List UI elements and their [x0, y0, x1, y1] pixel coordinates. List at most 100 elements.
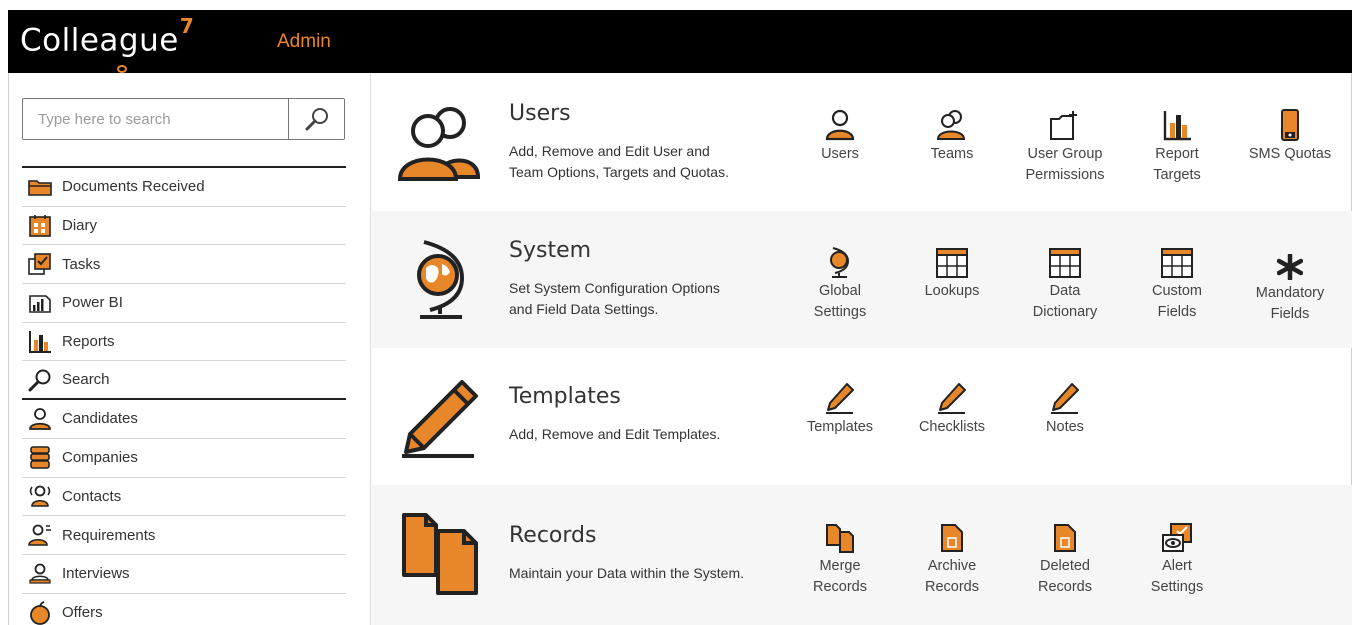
- calendar-icon: [26, 213, 54, 239]
- globe-large-icon: [410, 238, 476, 325]
- records-section: Records Maintain your Data within the Sy…: [372, 485, 1352, 625]
- system-desc-line1: Set System Configuration Options: [509, 280, 720, 296]
- templates-section: Templates Add, Remove and Edit Templates…: [372, 348, 1352, 485]
- grid-icon: [897, 244, 1007, 278]
- app-name: Colleague: [20, 22, 179, 59]
- sidebar-item-power-bi[interactable]: Power BI: [22, 284, 346, 323]
- sidebar-item-reports[interactable]: Reports: [22, 323, 346, 362]
- pencil-icon: [1010, 380, 1120, 414]
- sidebar-item-label: Diary: [62, 217, 98, 235]
- templates-tile[interactable]: Templates: [785, 380, 895, 438]
- tile-label: Global: [819, 283, 861, 299]
- tile-label: Deleted: [1040, 558, 1090, 574]
- users-large-icon: [397, 101, 481, 186]
- system-desc-line2: and Field Data Settings.: [509, 301, 659, 317]
- tile-label: Templates: [806, 419, 874, 435]
- sidebar-item-offers[interactable]: Offers: [22, 594, 346, 625]
- sidebar-item-interviews[interactable]: Interviews: [22, 555, 346, 594]
- system-section: System Set System Configuration Options …: [372, 211, 1352, 348]
- sidebar-item-label: Offers: [62, 604, 103, 622]
- sidebar-item-label: Search: [62, 371, 110, 389]
- alert-settings-tile[interactable]: Alert Settings: [1122, 519, 1232, 598]
- tile-label: Custom: [1152, 283, 1202, 299]
- users-tile[interactable]: Users: [785, 107, 895, 165]
- merge-docs-icon: [785, 519, 895, 553]
- sms-quotas-tile[interactable]: SMS Quotas: [1235, 107, 1345, 165]
- archive-records-tile[interactable]: Archive Records: [897, 519, 1007, 598]
- system-title: System: [509, 238, 592, 263]
- sidebar-item-label: Power BI: [62, 294, 123, 312]
- sidebar-item-search[interactable]: Search: [22, 361, 346, 401]
- sidebar-item-diary[interactable]: Diary: [22, 207, 346, 246]
- tile-label: Data: [1049, 283, 1081, 299]
- tile-label: Checklists: [918, 419, 986, 435]
- teams-tile[interactable]: Teams: [897, 107, 1007, 165]
- sidebar-item-label: Reports: [62, 333, 115, 351]
- data-dictionary-tile[interactable]: Data Dictionary: [1010, 244, 1120, 323]
- tile-label: Targets: [1153, 167, 1201, 183]
- sidebar-item-label: Interviews: [62, 565, 130, 583]
- sidebar-item-label: Tasks: [62, 255, 101, 273]
- user-group-permissions-tile[interactable]: User Group Permissions: [1010, 107, 1120, 186]
- merge-records-tile[interactable]: Merge Records: [785, 519, 895, 598]
- alert-eye-icon: [1122, 519, 1232, 553]
- bar-chart-icon: [1122, 107, 1232, 141]
- globe-icon: [785, 244, 895, 278]
- checklists-tile[interactable]: Checklists: [897, 380, 1007, 438]
- records-desc-line1: Maintain your Data within the System.: [509, 565, 744, 581]
- pencil-large-icon: [400, 378, 480, 463]
- users-title: Users: [509, 101, 571, 126]
- tile-label: Mandatory: [1255, 285, 1325, 301]
- lookups-tile[interactable]: Lookups: [897, 244, 1007, 302]
- interview-icon: [26, 561, 54, 587]
- requirement-icon: [26, 522, 54, 548]
- person-icon: [26, 406, 54, 432]
- mandatory-fields-tile[interactable]: Mandatory Fields: [1235, 246, 1345, 325]
- pencil-icon: [897, 380, 1007, 414]
- records-large-icon: [402, 513, 480, 600]
- logo-ring-icon: [117, 65, 127, 73]
- tile-label: User Group: [1027, 146, 1103, 162]
- magnifier-icon: [305, 108, 328, 131]
- tile-label: Records: [813, 579, 867, 595]
- tile-label: Records: [925, 579, 979, 595]
- folder-add-icon: [1010, 107, 1120, 141]
- users-desc-line1: Add, Remove and Edit User and: [509, 143, 710, 159]
- sidebar-item-tasks[interactable]: Tasks: [22, 245, 346, 285]
- sidebar-item-label: Contacts: [62, 487, 122, 505]
- tile-label: Fields: [1270, 306, 1310, 322]
- tile-label: Users: [821, 146, 859, 162]
- powerbi-icon: [26, 290, 54, 316]
- sidebar-item-candidates[interactable]: Candidates: [22, 400, 346, 439]
- deleted-records-tile[interactable]: Deleted Records: [1010, 519, 1120, 598]
- global-settings-tile[interactable]: Global Settings: [785, 244, 895, 323]
- app-version-mark: 7: [179, 14, 195, 38]
- report-targets-tile[interactable]: Report Targets: [1122, 107, 1232, 186]
- search-icon: [26, 367, 54, 393]
- users-desc-line2: Team Options, Targets and Quotas.: [509, 164, 729, 180]
- sidebar-item-documents-received[interactable]: Documents Received: [22, 168, 346, 207]
- templates-title: Templates: [509, 384, 621, 409]
- templates-description: Add, Remove and Edit Templates.: [509, 424, 789, 445]
- custom-fields-tile[interactable]: Custom Fields: [1122, 244, 1232, 323]
- archive-doc-icon: [897, 519, 1007, 553]
- search-input[interactable]: [23, 99, 288, 139]
- sidebar-item-label: Candidates: [62, 410, 138, 428]
- search-button[interactable]: [288, 99, 344, 139]
- sidebar-item-companies[interactable]: Companies: [22, 439, 346, 478]
- sidebar-item-contacts[interactable]: Contacts: [22, 478, 346, 517]
- tile-label: Report: [1155, 146, 1199, 162]
- tile-label: Merge: [819, 558, 861, 574]
- tile-label: Teams: [930, 146, 974, 162]
- sidebar-item-label: Requirements: [62, 526, 156, 544]
- deleted-doc-icon: [1010, 519, 1120, 553]
- sidebar-item-requirements[interactable]: Requirements: [22, 516, 346, 555]
- app-logo[interactable]: Colleague7: [20, 14, 194, 73]
- sidebar-nav: Documents Received Diary Tasks Power BI …: [22, 166, 346, 625]
- team-icon: [897, 107, 1007, 141]
- notes-tile[interactable]: Notes: [1010, 380, 1120, 438]
- users-description: Add, Remove and Edit User and Team Optio…: [509, 141, 789, 183]
- apple-icon: [26, 600, 54, 625]
- building-icon: [26, 445, 54, 471]
- tile-label: Archive: [927, 558, 977, 574]
